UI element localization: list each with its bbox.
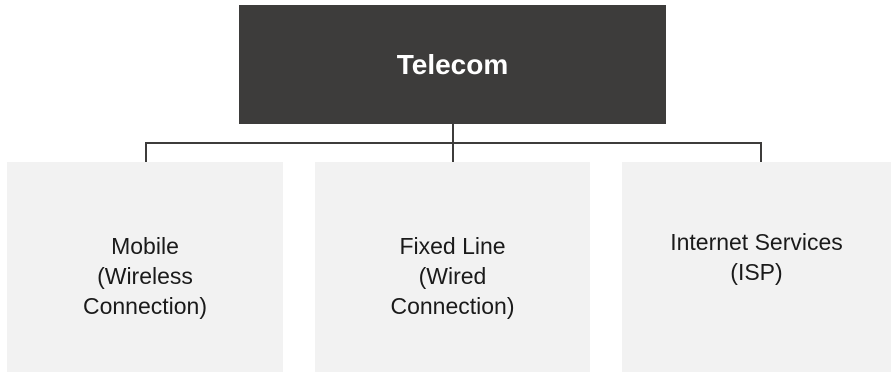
- child-node-label: Mobile (Wireless Connection): [82, 233, 208, 319]
- root-node-telecom: Telecom: [239, 5, 666, 124]
- child-node-internet-services: Internet Services (ISP): [622, 162, 891, 372]
- child-node-label: Fixed Line (Wired Connection): [390, 233, 515, 319]
- child-node-mobile: Mobile (Wireless Connection): [7, 162, 283, 372]
- child-node-fixed-line: Fixed Line (Wired Connection): [315, 162, 590, 372]
- root-node-label: Telecom: [396, 48, 509, 80]
- child-node-label: Internet Services (ISP): [670, 228, 843, 285]
